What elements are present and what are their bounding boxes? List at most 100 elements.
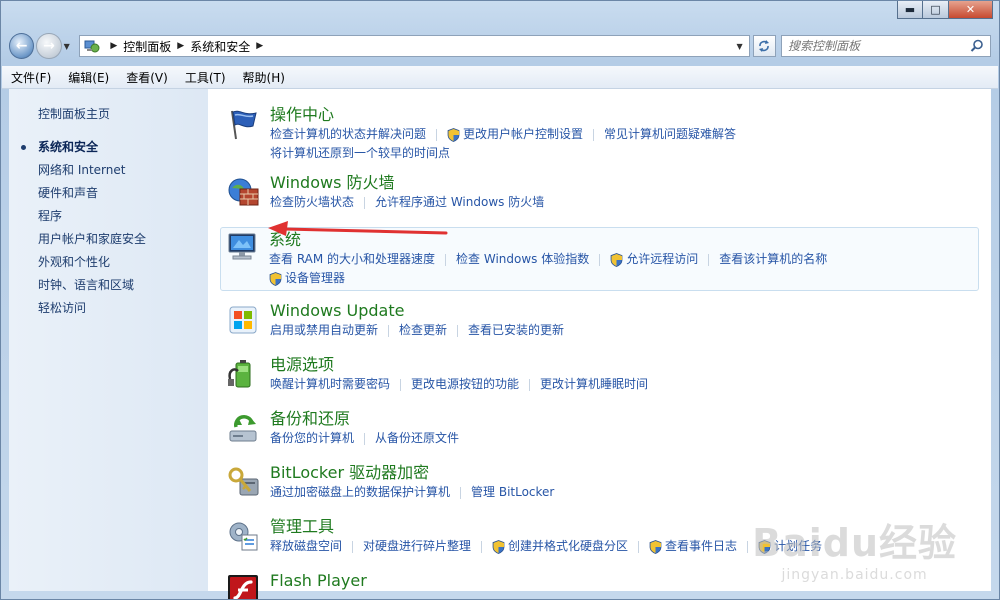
sidebar-item[interactable]: 轻松访问 [9,297,208,320]
breadcrumb-system-security[interactable]: 系统和安全 [190,38,250,55]
uac-shield-icon [269,271,282,286]
refresh-button[interactable] [752,35,777,57]
category-title[interactable]: BitLocker 驱动器加密 [270,463,979,483]
sidebar-item[interactable]: 程序 [9,205,208,228]
task-link-label: 释放磁盘空间 [270,539,343,553]
category-title[interactable]: 电源选项 [270,355,979,375]
backup-restore-icon[interactable] [226,411,260,445]
menu-help[interactable]: 帮助(H) [234,69,293,86]
sidebar: 控制面板主页 系统和安全 网络和 Internet 硬件和声音 程序 用户帐户和家庭安全… [9,89,208,591]
sidebar-item[interactable]: 时钟、语言和区域 [9,274,208,297]
task-link[interactable]: 检查更新 [378,321,447,340]
search-box[interactable] [781,35,992,57]
task-link[interactable]: 启用或禁用自动更新 [270,321,378,340]
system-computer-icon[interactable] [225,230,259,264]
task-link[interactable]: 备份您的计算机 [270,429,354,448]
task-link[interactable]: 允许远程访问 [589,250,698,269]
category-title[interactable]: Windows 防火墙 [270,173,979,193]
back-button[interactable]: ← [9,33,35,59]
task-link[interactable]: 更改用户帐户控制设置 [426,125,583,144]
minimize-button[interactable]: ▬ [897,1,923,19]
navigation-bar: ← → ▼ ▶ 控制面板 ▶ 系统和安全 ▶ ▼ [9,31,992,61]
category-links: 检查防火墙状态 允许程序通过 Windows 防火墙 [270,193,979,212]
menu-file[interactable]: 文件(F) [2,69,59,86]
task-link[interactable]: 查看 RAM 的大小和处理器速度 [269,250,435,269]
breadcrumb-separator-icon[interactable]: ▶ [177,41,184,51]
task-link[interactable]: 更改计算机睡眠时间 [519,375,648,394]
sidebar-list: 系统和安全 网络和 Internet 硬件和声音 程序 用户帐户和家庭安全 外观和个性化时… [9,136,208,320]
category-item[interactable]: BitLocker 驱动器加密通过加密磁盘上的数据保护计算机 管理 BitLock… [222,463,979,507]
category-title[interactable]: 备份和还原 [270,409,979,429]
category-links: 查看 RAM 的大小和处理器速度 检查 Windows 体验指数 允许远程访问 查看该… [269,250,978,269]
task-link[interactable]: 更改电源按钮的功能 [390,375,519,394]
task-link-label: 对硬盘进行碎片整理 [363,539,472,553]
category-title[interactable]: Windows Update [270,301,979,321]
category-item[interactable]: Windows Update 启用或禁用自动更新 检查更新 查看已安装的更新 [222,301,979,345]
task-link-label: 创建并格式化硬盘分区 [508,539,629,553]
menu-edit[interactable]: 编辑(E) [59,69,117,86]
category-item[interactable]: 备份和还原 备份您的计算机 从备份还原文件 [222,409,979,453]
menu-tools[interactable]: 工具(T) [176,69,234,86]
task-link[interactable]: 检查 Windows 体验指数 [435,250,589,269]
baidu-jingyan-watermark: Baidu经验 jingyan.baidu.com [752,512,957,583]
breadcrumb-separator-icon[interactable]: ▶ [110,41,117,51]
task-link[interactable]: 释放磁盘空间 [270,537,342,556]
sidebar-item[interactable]: 外观和个性化 [9,251,208,274]
address-bar[interactable]: ▶ 控制面板 ▶ 系统和安全 ▶ ▼ [79,35,750,57]
task-link-label: 从备份还原文件 [375,431,460,445]
task-link-label: 更改用户帐户控制设置 [463,127,584,141]
task-link-label: 通过加密磁盘上的数据保护计算机 [270,485,451,499]
sidebar-item[interactable]: 系统和安全 [9,136,208,159]
power-options-icon[interactable] [226,357,260,391]
maximize-button[interactable]: □ [923,1,949,19]
windows-update-icon[interactable] [226,303,260,337]
category-title[interactable]: 操作中心 [270,105,979,125]
task-link[interactable]: 检查计算机的状态并解决问题 [270,125,426,144]
sidebar-item[interactable]: 用户帐户和家庭安全 [9,228,208,251]
watermark-url: jingyan.baidu.com [781,567,928,583]
task-link-label: 检查更新 [399,323,448,337]
annotation-arrow [268,221,448,236]
admin-tools-icon[interactable] [226,519,260,553]
category-item[interactable]: 操作中心 检查计算机的状态并解决问题 更改用户帐户控制设置 常见计算机问题疑难解答将计… [222,105,979,163]
firewall-icon[interactable] [226,175,260,209]
uac-shield-icon [492,539,505,554]
task-link[interactable]: 设备管理器 [269,269,345,288]
breadcrumb-control-panel[interactable]: 控制面板 [123,38,171,55]
task-link[interactable]: 对硬盘进行碎片整理 [342,537,471,556]
sidebar-item[interactable]: 硬件和声音 [9,182,208,205]
task-link[interactable]: 查看已安装的更新 [447,321,564,340]
recent-pages-dropdown[interactable]: ▼ [64,42,74,51]
category-links: 检查计算机的状态并解决问题 更改用户帐户控制设置 常见计算机问题疑难解答 [270,125,979,144]
task-link[interactable]: 唤醒计算机时需要密码 [270,375,390,394]
task-link[interactable]: 检查防火墙状态 [270,193,354,212]
close-button[interactable]: ✕ [949,1,993,19]
task-link[interactable]: 常见计算机问题疑难解答 [583,125,736,144]
task-link[interactable]: 允许程序通过 Windows 防火墙 [354,193,544,212]
category-item[interactable]: Windows 防火墙 检查防火墙状态 允许程序通过 Windows 防火墙 [222,173,979,217]
category-item[interactable]: 电源选项 唤醒计算机时需要密码 更改电源按钮的功能 更改计算机睡眠时间 [222,355,979,399]
task-link[interactable]: 将计算机还原到一个较早的时间点 [270,144,450,163]
address-dropdown-icon[interactable]: ▼ [736,42,742,51]
flash-player-icon[interactable] [226,573,260,599]
sidebar-item-home[interactable]: 控制面板主页 [9,103,208,126]
menu-view[interactable]: 查看(V) [117,69,176,86]
category-links: 备份您的计算机 从备份还原文件 [270,429,979,448]
task-link[interactable]: 查看事件日志 [628,537,737,556]
task-link[interactable]: 查看该计算机的名称 [698,250,827,269]
task-link[interactable]: 管理 BitLocker [450,483,554,502]
category-links: 唤醒计算机时需要密码 更改电源按钮的功能 更改计算机睡眠时间 [270,375,979,394]
action-center-flag-icon[interactable] [226,107,260,141]
task-link-label: 启用或禁用自动更新 [270,323,379,337]
search-icon[interactable] [970,39,984,53]
breadcrumb-separator-icon[interactable]: ▶ [256,41,263,51]
forward-button[interactable]: → [36,33,62,59]
task-link[interactable]: 从备份还原文件 [354,429,459,448]
sidebar-item[interactable]: 网络和 Internet [9,159,208,182]
task-link[interactable]: 创建并格式化硬盘分区 [471,537,628,556]
search-input[interactable] [782,38,991,54]
task-link-label: 更改计算机睡眠时间 [540,377,649,391]
task-link-label: 查看事件日志 [665,539,738,553]
task-link[interactable]: 通过加密磁盘上的数据保护计算机 [270,483,450,502]
bitlocker-key-icon[interactable] [226,465,260,499]
